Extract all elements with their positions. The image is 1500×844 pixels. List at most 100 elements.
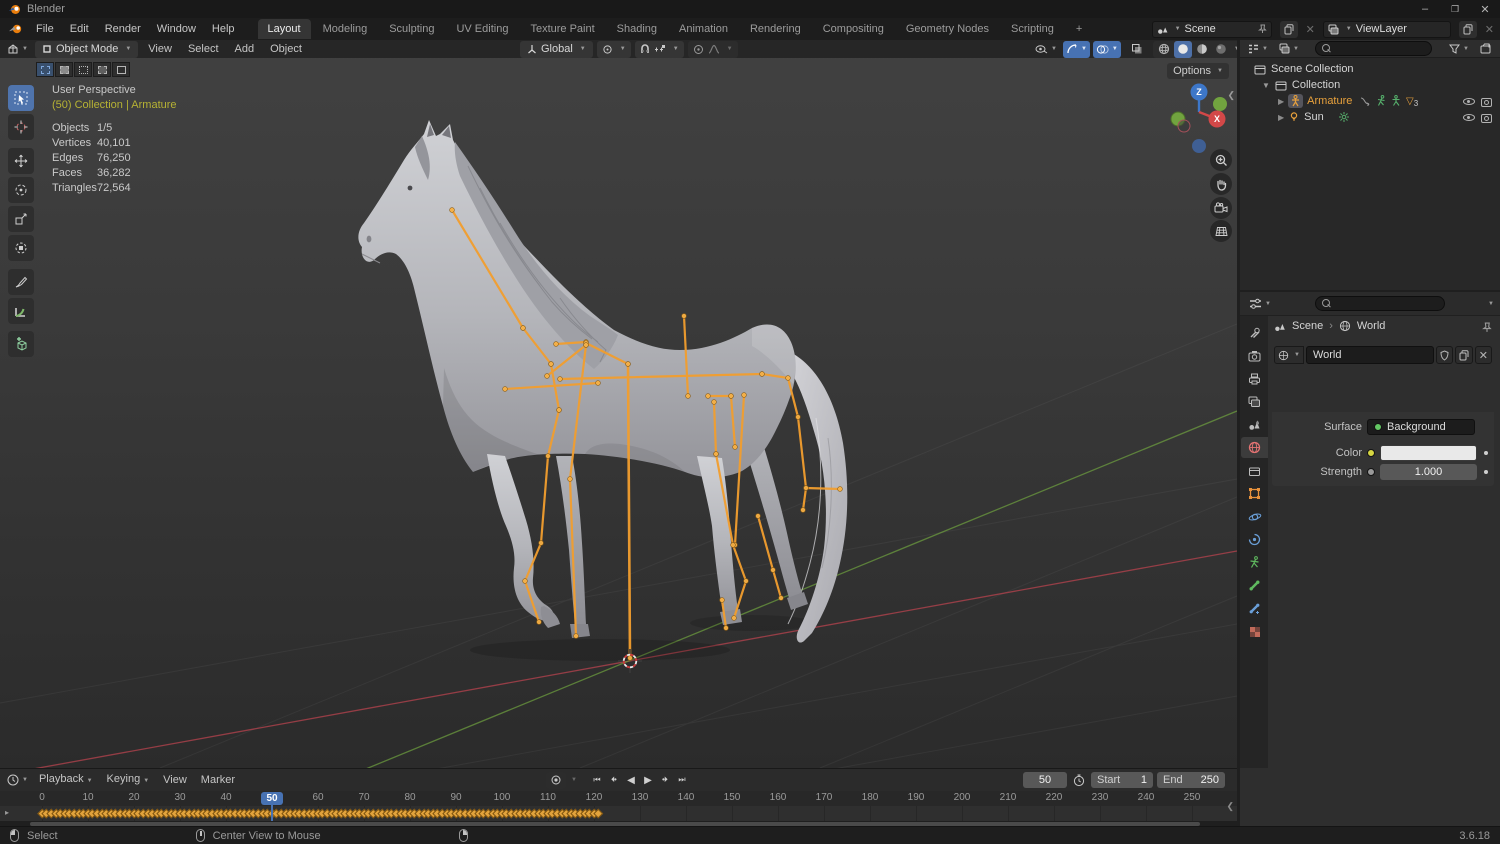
bone-joint[interactable] bbox=[536, 619, 542, 625]
viewport-menu-add[interactable]: Add bbox=[229, 40, 261, 60]
tab-texture[interactable] bbox=[1241, 621, 1268, 642]
armature-hide-icon[interactable] bbox=[1462, 95, 1475, 108]
tab-world[interactable] bbox=[1241, 437, 1268, 458]
tab-tool[interactable] bbox=[1241, 322, 1268, 343]
shading-wireframe-button[interactable] bbox=[1155, 41, 1173, 58]
editor-type-button[interactable]: ▼ bbox=[4, 41, 31, 58]
shading-material-button[interactable] bbox=[1193, 41, 1211, 58]
tab-scripting[interactable]: Scripting bbox=[1001, 19, 1064, 39]
close-button[interactable]: ✕ bbox=[1470, 3, 1500, 16]
disclosure-triangle[interactable]: ▶ bbox=[1278, 113, 1284, 122]
mode-dropdown[interactable]: Object Mode ▼ bbox=[34, 40, 139, 58]
bone-joint[interactable] bbox=[627, 655, 633, 661]
pin-icon[interactable] bbox=[1482, 322, 1492, 333]
tab-geometry-nodes[interactable]: Geometry Nodes bbox=[896, 19, 999, 39]
show-gizmo-dropdown[interactable]: ▼ bbox=[1032, 41, 1060, 58]
bone-joint[interactable] bbox=[755, 513, 761, 519]
menu-render[interactable]: Render bbox=[97, 19, 149, 40]
outliner-search-input[interactable] bbox=[1334, 42, 1425, 55]
shading-solid-button[interactable] bbox=[1173, 40, 1192, 58]
world-name-field[interactable]: World bbox=[1305, 346, 1434, 364]
tool-select-box[interactable] bbox=[8, 85, 34, 111]
pin-icon[interactable] bbox=[1257, 24, 1267, 34]
stopwatch-icon[interactable] bbox=[1073, 774, 1085, 787]
menu-edit[interactable]: Edit bbox=[62, 19, 97, 40]
tab-render[interactable] bbox=[1241, 345, 1268, 366]
bone-joint[interactable] bbox=[685, 393, 691, 399]
scene-selector[interactable]: ▼ Scene bbox=[1151, 20, 1272, 38]
maximize-button[interactable]: ❐ bbox=[1440, 4, 1470, 15]
tab-object-constraints[interactable] bbox=[1241, 529, 1268, 550]
bone-joint[interactable] bbox=[556, 407, 562, 413]
bone-joint[interactable] bbox=[522, 578, 528, 584]
properties-search-input[interactable] bbox=[1334, 297, 1425, 310]
tab-physics[interactable] bbox=[1241, 506, 1268, 527]
bone-joint[interactable] bbox=[713, 451, 719, 457]
outliner-row-collection[interactable]: ▼ Collection bbox=[1240, 77, 1500, 93]
breadcrumb-scene[interactable]: Scene bbox=[1292, 320, 1323, 332]
timeline-menu-playback[interactable]: Playback ▼ bbox=[33, 769, 99, 792]
zoom-button[interactable] bbox=[1210, 149, 1232, 171]
bone-joint[interactable] bbox=[770, 567, 776, 573]
bone-joint[interactable] bbox=[553, 341, 559, 347]
navigation-gizmo[interactable]: Z X bbox=[1163, 76, 1235, 156]
tab-texture-paint[interactable]: Texture Paint bbox=[520, 19, 604, 39]
tab-bone[interactable] bbox=[1241, 575, 1268, 596]
scene-copy-button[interactable] bbox=[1279, 20, 1298, 38]
strength-slider[interactable]: 1.000 bbox=[1380, 464, 1477, 480]
bone-joint[interactable] bbox=[595, 380, 601, 386]
bone-joint[interactable] bbox=[800, 507, 806, 513]
menu-window[interactable]: Window bbox=[149, 19, 204, 40]
tab-rendering[interactable]: Rendering bbox=[740, 19, 811, 39]
bone-joint[interactable] bbox=[732, 444, 738, 450]
tab-modeling[interactable]: Modeling bbox=[313, 19, 378, 39]
tab-bone-constraints[interactable] bbox=[1241, 598, 1268, 619]
current-frame-marker[interactable]: 50 bbox=[261, 792, 283, 805]
bone-joint[interactable] bbox=[719, 597, 725, 603]
properties-options-dropdown[interactable]: ▼ bbox=[1488, 301, 1494, 307]
menu-file[interactable]: File bbox=[28, 19, 62, 40]
bone-joint[interactable] bbox=[728, 393, 734, 399]
timeline-ruler[interactable]: 0 10 20 30 40 50 60 70 80 90 100 110 120 130 140 150 160… bbox=[0, 791, 1237, 806]
animate-color-dot[interactable] bbox=[1484, 451, 1488, 455]
sun-render-icon[interactable] bbox=[1480, 111, 1493, 124]
outliner-row-sun[interactable]: ▶ Sun bbox=[1240, 109, 1500, 125]
camera-view-button[interactable] bbox=[1210, 197, 1232, 219]
outliner-row-scene-collection[interactable]: Scene Collection bbox=[1240, 61, 1500, 77]
bone-joint[interactable] bbox=[731, 615, 737, 621]
tab-sculpting[interactable]: Sculpting bbox=[379, 19, 444, 39]
viewport-menu-view[interactable]: View bbox=[142, 40, 178, 60]
bone-joint[interactable] bbox=[544, 373, 550, 379]
view-layer-copy-button[interactable] bbox=[1458, 20, 1477, 38]
bone-joint[interactable] bbox=[778, 595, 784, 601]
proportional-editing-toggle[interactable]: ▼ bbox=[687, 40, 738, 58]
perspective-toggle-button[interactable] bbox=[1210, 220, 1232, 242]
next-keyframe-button[interactable]: •⏵ bbox=[657, 772, 672, 788]
tab-animation[interactable]: Animation bbox=[669, 19, 738, 39]
jump-to-start-button[interactable]: ⏮ bbox=[589, 772, 604, 788]
tab-shading[interactable]: Shading bbox=[607, 19, 667, 39]
properties-search[interactable] bbox=[1314, 296, 1445, 311]
bone-joint[interactable] bbox=[741, 392, 747, 398]
bone-joint[interactable] bbox=[520, 325, 526, 331]
keying-set-dropdown[interactable]: ▼ bbox=[571, 777, 577, 783]
tab-collection[interactable] bbox=[1241, 460, 1268, 481]
viewport-canvas[interactable] bbox=[0, 58, 1237, 768]
bone-joint[interactable] bbox=[583, 342, 589, 348]
overlays-toggle[interactable]: ▼ bbox=[1092, 40, 1121, 58]
world-browse-button[interactable]: ▼ bbox=[1274, 346, 1304, 364]
current-frame-field[interactable]: 50 bbox=[1023, 772, 1067, 788]
sun-hide-icon[interactable] bbox=[1462, 111, 1475, 124]
jump-to-end-button[interactable]: ⏭ bbox=[674, 772, 689, 788]
viewport[interactable]: ▼ Object Mode ▼ View Select Add Object Gl… bbox=[0, 40, 1237, 768]
viewport-menu-object[interactable]: Object bbox=[264, 40, 308, 60]
pivot-point-dropdown[interactable]: ▼ bbox=[596, 40, 631, 58]
timeline-menu-marker[interactable]: Marker bbox=[195, 770, 241, 791]
tool-measure[interactable] bbox=[8, 298, 34, 324]
bone-joint[interactable] bbox=[538, 540, 544, 546]
tool-scale[interactable] bbox=[8, 206, 34, 232]
tab-compositing[interactable]: Compositing bbox=[813, 19, 894, 39]
bone-joint[interactable] bbox=[730, 542, 736, 548]
properties-editor-type-button[interactable]: ▼ bbox=[1246, 295, 1274, 312]
shading-rendered-button[interactable] bbox=[1212, 41, 1230, 58]
